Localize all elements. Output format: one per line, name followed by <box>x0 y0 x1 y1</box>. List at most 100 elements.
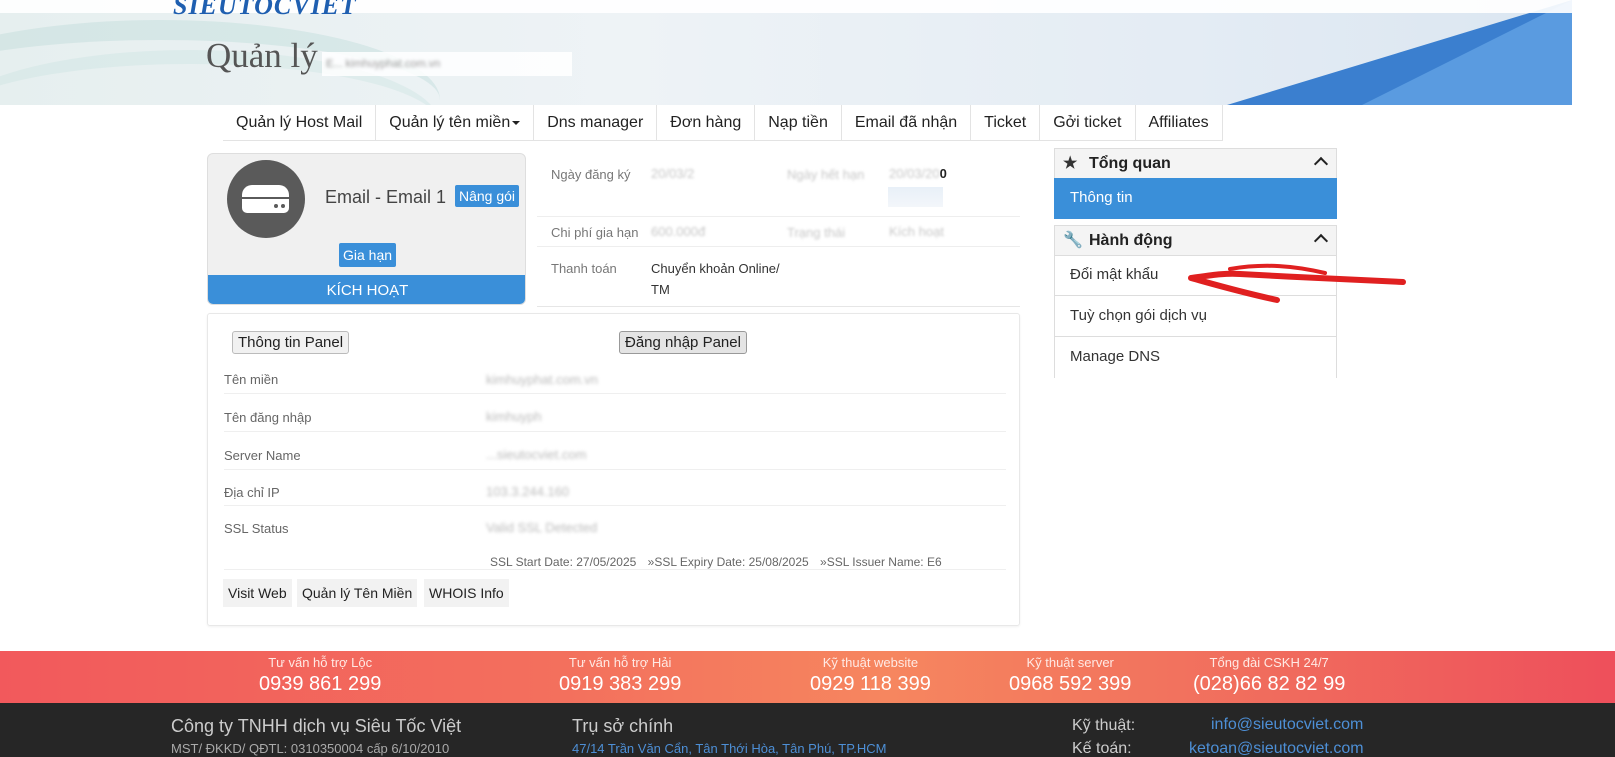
sidebar-item-info[interactable]: Thông tin <box>1054 178 1337 219</box>
nav-item-ticket[interactable]: Ticket <box>971 105 1041 141</box>
redacted-value: 600.000đ <box>651 224 706 239</box>
info-row-dates: Ngày đăng ký 20/03/2 Ngày hết hạn 20/03/… <box>537 153 1020 217</box>
nav-item-send-ticket[interactable]: Gởi ticket <box>1040 105 1136 141</box>
tech-email-link[interactable]: info@sieutocviet.com <box>1211 716 1363 734</box>
nav-item-host-mail[interactable]: Quản lý Host Mail <box>223 105 377 141</box>
status-badge: KÍCH HOẠT <box>208 275 525 304</box>
service-info-table: Ngày đăng ký 20/03/2 Ngày hết hạn 20/03/… <box>537 153 1020 307</box>
redacted-value: 20/03/20 <box>889 166 940 181</box>
redacted-value: Ngày hết hạn <box>787 167 865 182</box>
detail-label: Tên đăng nhập <box>224 410 312 425</box>
chevron-up-icon[interactable] <box>1313 156 1329 172</box>
panel-info-button[interactable]: Thông tin Panel <box>232 331 350 354</box>
nav-item-domain-management[interactable]: Quản lý tên miền <box>376 105 535 141</box>
status-label: Trạng thái <box>787 225 845 240</box>
payment-value-line1: Chuyển khoản Online/ <box>651 261 780 276</box>
main-nav: Quản lý Host Mail Quản lý tên miền Dns m… <box>223 105 1223 141</box>
sidebar-item-label: Thông tin <box>1070 189 1133 206</box>
panel-details: Thông tin Panel Đăng nhập Panel Tên miền… <box>207 313 1020 626</box>
hotline-number: 0929 118 399 <box>810 673 931 695</box>
hotline-item[interactable]: Tư vấn hỗ trợ Lộc 0939 861 299 <box>259 655 381 696</box>
star-icon: ★ <box>1063 155 1078 172</box>
visit-web-button[interactable]: Visit Web <box>223 579 292 607</box>
nav-label: Ticket <box>984 114 1027 131</box>
due-date-label: Ngày hết hạn <box>787 167 864 182</box>
ssl-issuer: »SSL Issuer Name: E6 <box>820 555 942 569</box>
hard-drive-shape <box>242 185 289 213</box>
renew-button[interactable]: Gia hạn <box>339 243 397 267</box>
detail-row: Tên đăng nhập kimhuyph <box>224 394 1006 432</box>
drive-led <box>274 204 278 208</box>
wrench-icon: 🔧 <box>1063 232 1083 249</box>
nav-label: Affiliates <box>1148 114 1209 131</box>
hotline-title: Tổng đài CSKH 24/7 <box>1209 655 1329 670</box>
footer: Công ty TNHH dịch vụ Siêu Tốc Việt MST/ … <box>0 703 1615 757</box>
page: SIEUTOCVIET Quản lý E... kimhuyphat.com.… <box>0 0 1615 757</box>
nav-label: Dns manager <box>547 114 644 131</box>
hotline-number: 0968 592 399 <box>1009 673 1132 695</box>
sidebar-item-label: Manage DNS <box>1070 348 1161 365</box>
manage-domain-button[interactable]: Quản lý Tên Miền <box>297 579 418 607</box>
hotline-title: Tư vấn hỗ trợ Lộc <box>268 655 373 670</box>
nav-item-dns-manager[interactable]: Dns manager <box>534 105 658 141</box>
company-name: Công ty TNHH dịch vụ Siêu Tốc Việt <box>171 716 462 736</box>
accounting-contact-label: Kế toán: <box>1072 740 1132 757</box>
detail-value-redacted: kimhuyph <box>486 409 542 424</box>
nav-item-affiliates[interactable]: Affiliates <box>1136 105 1223 141</box>
hq-title: Trụ sở chính <box>572 716 674 736</box>
detail-row: Server Name ...sieutocviet.com <box>224 432 1006 470</box>
drive-led <box>281 204 285 208</box>
hotline-number: (028)66 82 82 99 <box>1193 673 1346 695</box>
nav-label: Quản lý tên miền <box>389 114 511 131</box>
hotline-number: 0919 383 299 <box>559 673 682 695</box>
hq-address-link[interactable]: 47/14 Trần Văn Cẩn, Tân Thới Hòa, Tân Ph… <box>572 741 886 756</box>
overview-panel-header[interactable]: ★ Tổng quan <box>1054 148 1337 179</box>
detail-label: Server Name <box>224 448 301 463</box>
tech-contact-label: Kỹ thuật: <box>1072 717 1136 734</box>
chevron-up-icon[interactable] <box>1313 233 1329 249</box>
logo[interactable]: SIEUTOCVIET <box>173 0 357 21</box>
company-tax-id: MST/ ĐKKD/ QĐTL: 0310350004 cấp 6/10/201… <box>171 741 450 756</box>
hotline-number: 0939 861 299 <box>259 673 382 695</box>
ssl-expiry-date: »SSL Expiry Date: 25/08/2025 <box>647 555 809 569</box>
service-name: Email - Email 1 <box>325 187 447 207</box>
caret-down-icon <box>512 120 521 125</box>
page-title: Quản lý <box>206 36 318 75</box>
ssl-status-redacted: Valid SSL Detected <box>486 520 598 535</box>
hotline-item[interactable]: Kỹ thuật server 0968 592 399 <box>1009 655 1131 696</box>
page-title-redacted: E... kimhuyphat.com.vn <box>322 52 572 76</box>
info-row-payment: Thanh toán Chuyển khoản Online/ TM <box>537 247 1020 307</box>
whois-info-button[interactable]: WHOIS Info <box>424 579 509 607</box>
detail-row: Tên miền kimhuyphat.com.vn <box>224 358 1006 394</box>
upgrade-button[interactable]: Nâng gói <box>455 185 520 207</box>
accounting-email-link[interactable]: ketoan@sieutocviet.com <box>1189 740 1364 757</box>
payment-value-line2: TM <box>651 282 670 297</box>
hotline-item[interactable]: Kỹ thuật website 0929 118 399 <box>810 655 931 696</box>
hotline-title: Kỹ thuật server <box>1026 655 1114 670</box>
panel-login-button[interactable]: Đăng nhập Panel <box>619 331 747 354</box>
renew-cost-label: Chi phí gia hạn <box>551 225 639 240</box>
banner-corner-decoration <box>1362 0 1572 105</box>
reg-date-label: Ngày đăng ký <box>551 167 631 182</box>
ssl-info: SSL Start Date: 27/05/2025 »SSL Expiry D… <box>490 555 950 569</box>
annotation-arrow <box>1188 263 1406 303</box>
payment-label: Thanh toán <box>551 261 617 276</box>
hotline-title: Tư vấn hỗ trợ Hải <box>568 655 672 670</box>
nav-item-received-email[interactable]: Email đã nhận <box>842 105 972 141</box>
nav-item-top-up[interactable]: Nạp tiền <box>755 105 842 141</box>
redacted-value: Kích hoạt <box>889 224 944 239</box>
nav-item-orders[interactable]: Đơn hàng <box>657 105 756 141</box>
hotline-item[interactable]: Tổng đài CSKH 24/7 (028)66 82 82 99 <box>1193 655 1345 696</box>
actions-panel-header[interactable]: 🔧 Hành động <box>1054 225 1337 256</box>
sidebar-item-manage-dns[interactable]: Manage DNS <box>1054 337 1337 378</box>
hotline-title: Kỹ thuật website <box>822 655 919 670</box>
detail-value-redacted: 103.3.244.160 <box>486 484 570 499</box>
hotline-item[interactable]: Tư vấn hỗ trợ Hải 0919 383 299 <box>559 655 681 696</box>
sidebar-item-label: Đổi mật khẩu <box>1070 266 1159 283</box>
nav-label: Nạp tiền <box>768 114 828 131</box>
detail-value-redacted: kimhuyphat.com.vn <box>486 372 598 387</box>
renew-cost-value: 600.000đ <box>651 224 705 239</box>
overview-title: Tổng quan <box>1089 155 1171 172</box>
hard-drive-icon <box>227 160 305 238</box>
nav-label: Đơn hàng <box>670 114 742 131</box>
